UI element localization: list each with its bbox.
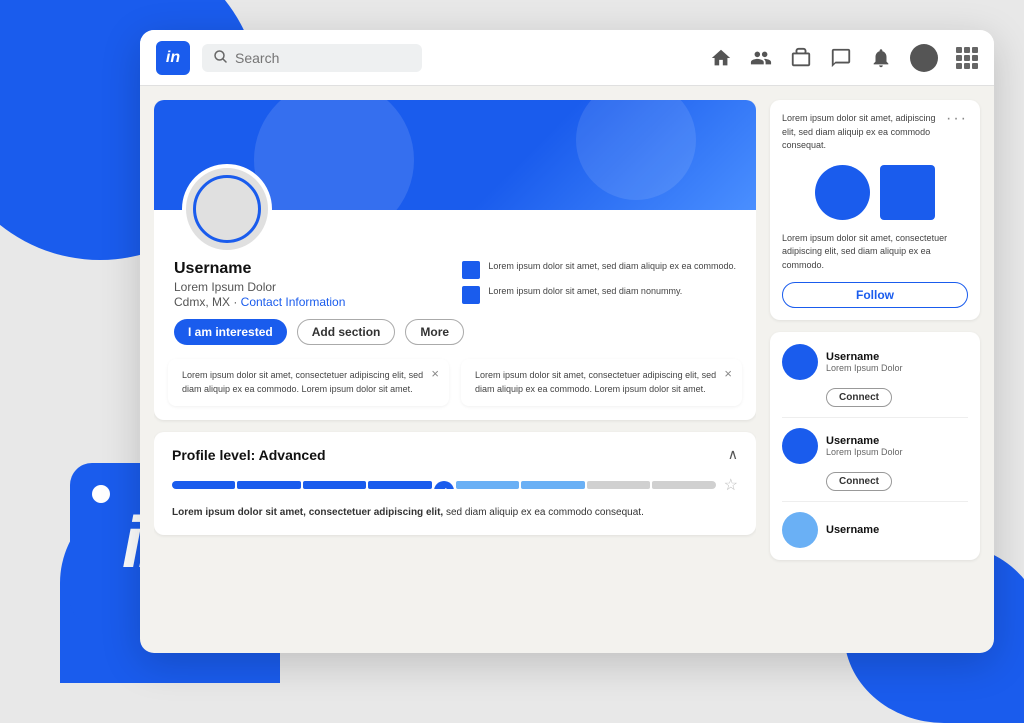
person-info-1: Username Lorem Ipsum Dolor	[826, 351, 968, 373]
person-sub-1: Lorem Ipsum Dolor	[826, 363, 968, 373]
person-row-3: Username	[782, 512, 968, 548]
nav-jobs-icon[interactable]	[790, 47, 812, 69]
browser-window: in	[140, 30, 994, 653]
level-card: Profile level: Advanced ∧ ✓	[154, 432, 756, 535]
follow-button[interactable]: Follow	[782, 282, 968, 308]
contact-info-link[interactable]: Contact Information	[241, 295, 346, 309]
search-icon	[214, 50, 227, 66]
interested-button[interactable]: I am interested	[174, 319, 287, 345]
content-area: Username Lorem Ipsum Dolor Cdmx, MX · Co…	[140, 86, 994, 653]
person-row-1: Username Lorem Ipsum Dolor	[782, 344, 968, 380]
profile-avatar-wrap	[182, 164, 272, 254]
profile-subtitle: Lorem Ipsum Dolor	[174, 280, 442, 294]
nav-home-icon[interactable]	[710, 47, 732, 69]
person-item-3: Username	[782, 512, 968, 548]
person-avatar-3	[782, 512, 818, 548]
pb-check: ✓	[434, 481, 454, 489]
search-input[interactable]	[235, 50, 410, 66]
person-item-2: Username Lorem Ipsum Dolor Connect	[782, 428, 968, 491]
notification-card-2: × Lorem ipsum dolor sit amet, consectetu…	[461, 359, 742, 406]
profile-side-box-2	[462, 286, 480, 304]
person-name-3: Username	[826, 524, 968, 536]
nav-notifications-icon[interactable]	[870, 47, 892, 69]
level-description: Lorem ipsum dolor sit amet, consectetuer…	[172, 505, 738, 521]
profile-avatar-circle	[193, 175, 261, 243]
nav-avatar[interactable]	[910, 44, 938, 72]
promo-text-top: Lorem ipsum dolor sit amet, adipiscing e…	[782, 112, 948, 153]
nav-messaging-icon[interactable]	[830, 47, 852, 69]
promo-dots[interactable]: ···	[946, 110, 968, 128]
profile-name: Username	[174, 260, 442, 278]
connect-button-1[interactable]: Connect	[826, 388, 892, 407]
profile-side-text-1: Lorem ipsum dolor sit amet, sed diam ali…	[488, 260, 736, 273]
person-divider-2	[782, 501, 968, 502]
location-text: Cdmx, MX ·	[174, 295, 241, 309]
person-name-1: Username	[826, 351, 968, 363]
notif-close-1[interactable]: ×	[431, 367, 439, 380]
star-icon[interactable]: ☆	[724, 475, 738, 495]
profile-side-info: Lorem ipsum dolor sit amet, sed diam ali…	[462, 260, 736, 309]
nav-bar: in	[140, 30, 994, 86]
promo-media-row	[782, 165, 968, 220]
pb-seg-2	[237, 481, 300, 489]
person-avatar-1	[782, 344, 818, 380]
person-sub-2: Lorem Ipsum Dolor	[826, 447, 968, 457]
pb-seg-5	[456, 481, 519, 489]
progress-bar: ✓	[172, 481, 716, 489]
notif-text-1: Lorem ipsum dolor sit amet, consectetuer…	[182, 369, 435, 396]
person-item-1: Username Lorem Ipsum Dolor Connect	[782, 344, 968, 407]
promo-card: ··· Lorem ipsum dolor sit amet, adipisci…	[770, 100, 980, 320]
profile-text: Username Lorem Ipsum Dolor Cdmx, MX · Co…	[174, 260, 442, 309]
nav-icons	[710, 44, 978, 72]
profile-info-row: Username Lorem Ipsum Dolor Cdmx, MX · Co…	[154, 254, 756, 319]
nav-grid-icon[interactable]	[956, 47, 978, 69]
level-title: Profile level: Advanced	[172, 447, 326, 463]
notification-cards-row: × Lorem ipsum dolor sit amet, consectetu…	[154, 359, 756, 420]
logo-dot	[92, 485, 110, 503]
level-title-text: Profile level:	[172, 447, 259, 463]
person-divider-1	[782, 417, 968, 418]
progress-bar-wrap: ✓ ☆	[172, 475, 738, 495]
pb-seg-7	[587, 481, 650, 489]
notification-card-1: × Lorem ipsum dolor sit amet, consectetu…	[168, 359, 449, 406]
more-button[interactable]: More	[405, 319, 464, 345]
profile-card: Username Lorem Ipsum Dolor Cdmx, MX · Co…	[154, 100, 756, 420]
search-bar[interactable]	[202, 44, 422, 72]
person-info-2: Username Lorem Ipsum Dolor	[826, 435, 968, 457]
people-card: Username Lorem Ipsum Dolor Connect Usern…	[770, 332, 980, 560]
person-avatar-2	[782, 428, 818, 464]
level-desc-bold: Lorem ipsum dolor sit amet, consectetuer…	[172, 507, 443, 518]
pb-seg-6	[521, 481, 584, 489]
add-section-button[interactable]: Add section	[297, 319, 396, 345]
profile-side-text-2: Lorem ipsum dolor sit amet, sed diam non…	[488, 285, 682, 298]
pb-seg-4	[368, 481, 431, 489]
promo-text-bottom: Lorem ipsum dolor sit amet, consectetuer…	[782, 232, 968, 273]
promo-square	[880, 165, 935, 220]
notif-text-2: Lorem ipsum dolor sit amet, consectetuer…	[475, 369, 728, 396]
profile-side-item-2: Lorem ipsum dolor sit amet, sed diam non…	[462, 285, 682, 304]
person-name-2: Username	[826, 435, 968, 447]
nav-logo[interactable]: in	[156, 41, 190, 75]
profile-side-box-1	[462, 261, 480, 279]
level-desc-rest: sed diam aliquip ex ea commodo consequat…	[443, 507, 644, 518]
person-info-3: Username	[826, 524, 968, 536]
profile-side-item-1: Lorem ipsum dolor sit amet, sed diam ali…	[462, 260, 736, 279]
pb-seg-8	[652, 481, 715, 489]
profile-actions: I am interested Add section More	[154, 319, 756, 359]
pb-seg-3	[303, 481, 366, 489]
person-row-2: Username Lorem Ipsum Dolor	[782, 428, 968, 464]
main-column: Username Lorem Ipsum Dolor Cdmx, MX · Co…	[154, 100, 756, 639]
nav-people-icon[interactable]	[750, 47, 772, 69]
level-value: Advanced	[259, 447, 326, 463]
profile-avatar	[182, 164, 272, 254]
right-sidebar: ··· Lorem ipsum dolor sit amet, adipisci…	[770, 100, 980, 639]
notif-close-2[interactable]: ×	[724, 367, 732, 380]
pb-seg-1	[172, 481, 235, 489]
level-header: Profile level: Advanced ∧	[172, 446, 738, 463]
level-chevron-icon[interactable]: ∧	[728, 446, 738, 463]
profile-location: Cdmx, MX · Contact Information	[174, 295, 442, 309]
promo-circle	[815, 165, 870, 220]
nav-logo-text: in	[166, 49, 180, 67]
connect-button-2[interactable]: Connect	[826, 472, 892, 491]
